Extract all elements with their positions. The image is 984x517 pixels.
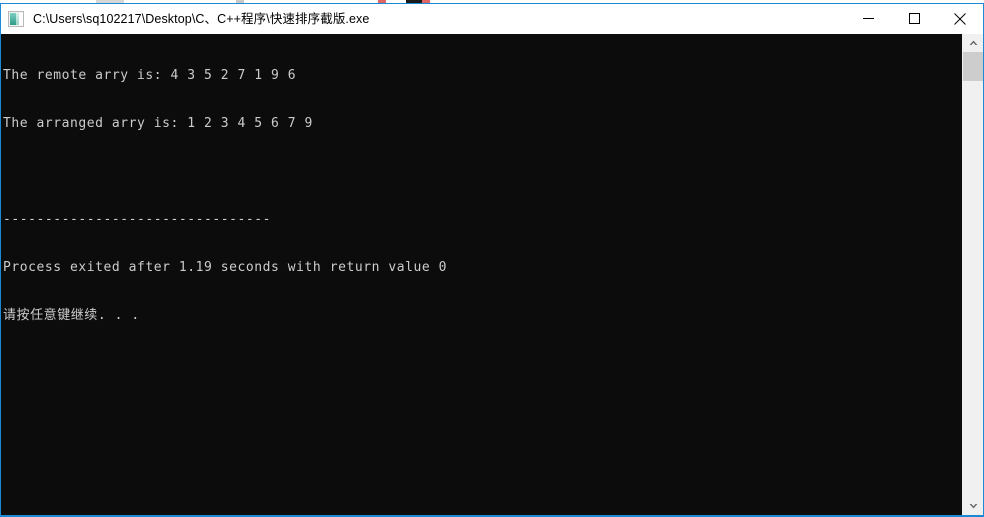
console-line-press-any-key: 请按任意键继续. . . (3, 308, 140, 323)
app-icon-pane-right (19, 13, 23, 25)
window-title: C:\Users\sq102217\Desktop\C、C++程序\快速排序截版… (33, 12, 370, 26)
window-titlebar[interactable]: C:\Users\sq102217\Desktop\C、C++程序\快速排序截版… (1, 4, 983, 34)
scroll-up-button[interactable] (963, 34, 983, 52)
maximize-button[interactable] (891, 4, 937, 33)
console-app-icon (8, 11, 24, 27)
console-line-arranged-array: The arranged arry is: 1 2 3 4 5 6 7 9 (3, 116, 313, 131)
screen: C:\Users\sq102217\Desktop\C、C++程序\快速排序截版… (0, 0, 984, 517)
console-line-separator: -------------------------------- (3, 212, 272, 227)
scroll-down-button[interactable] (963, 497, 983, 515)
vertical-scrollbar[interactable] (962, 34, 983, 515)
scroll-up-arrow-icon (969, 40, 978, 46)
close-button[interactable] (937, 4, 983, 33)
window-controls (845, 4, 983, 33)
console-window: C:\Users\sq102217\Desktop\C、C++程序\快速排序截版… (0, 3, 984, 517)
scroll-down-arrow-icon (969, 503, 978, 509)
console-text-block: The remote arry is: 4 3 5 2 7 1 9 6 The … (3, 36, 447, 356)
console-output-area[interactable]: The remote arry is: 4 3 5 2 7 1 9 6 The … (1, 34, 983, 515)
minimize-button[interactable] (845, 4, 891, 33)
scrollbar-track[interactable] (963, 81, 983, 497)
console-line-exit-message: Process exited after 1.19 seconds with r… (3, 260, 447, 275)
console-line-remote-array: The remote arry is: 4 3 5 2 7 1 9 6 (3, 68, 297, 83)
scrollbar-thumb[interactable] (963, 52, 983, 81)
